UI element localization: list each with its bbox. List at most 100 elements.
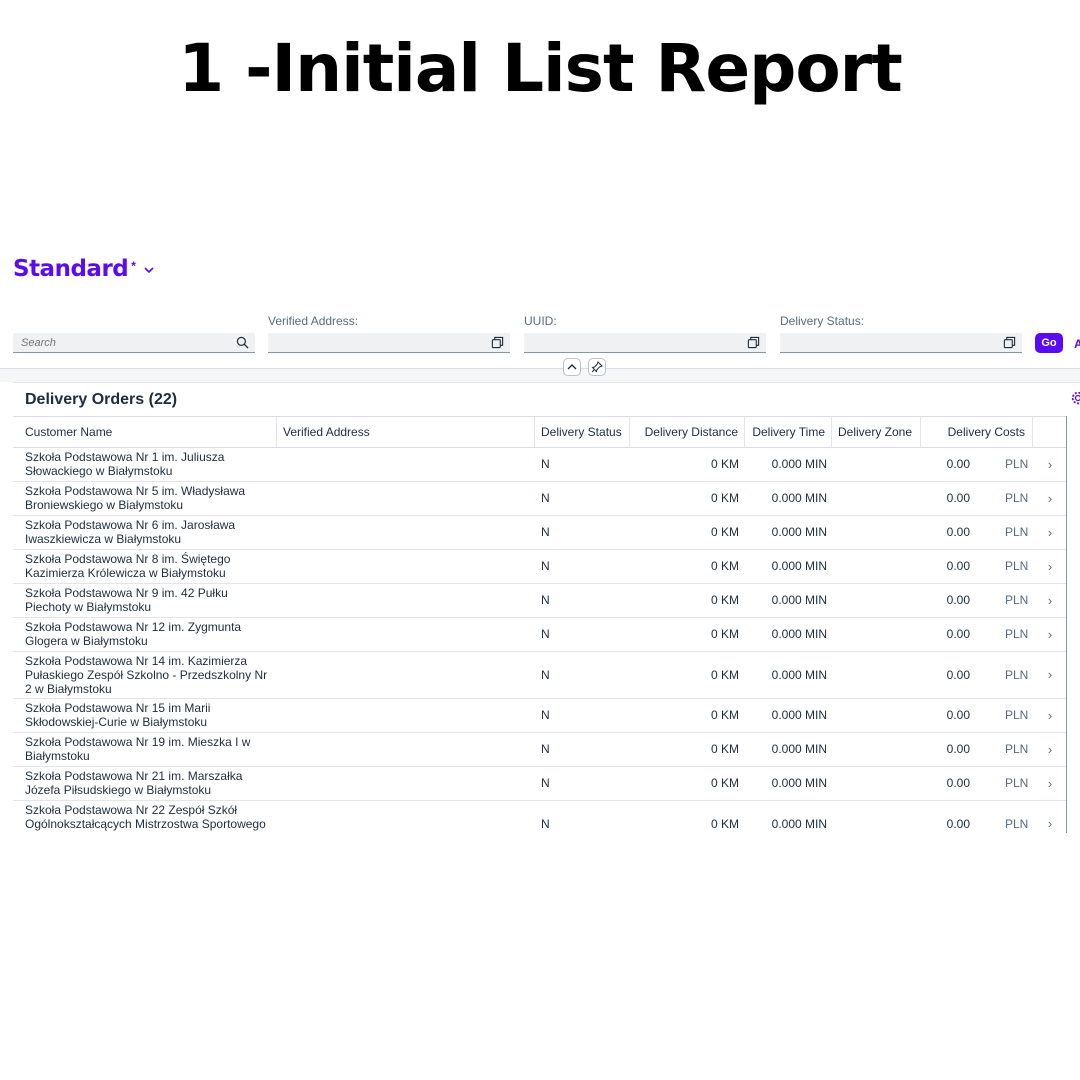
- delivery-time-cell-text: 0.000 MIN: [771, 776, 827, 790]
- delivery-time-cell-text: 0.000 MIN: [771, 593, 827, 607]
- chevron-right-icon[interactable]: ›: [1043, 515, 1057, 549]
- table-row[interactable]: Szkoła Podstawowa Nr 14 im. Kazimierza P…: [13, 651, 1066, 699]
- verified-address-field[interactable]: [268, 333, 510, 353]
- chevron-right-icon[interactable]: ›: [1043, 617, 1057, 651]
- variant-selector[interactable]: Standard *: [13, 256, 154, 282]
- delivery-distance-cell: 0 KM: [633, 481, 739, 515]
- customer-name-cell: Szkoła Podstawowa Nr 1 im. Juliusza Słow…: [25, 447, 275, 481]
- column-header-delivery-distance[interactable]: Delivery Distance: [630, 417, 745, 447]
- delivery-time-cell: 0.000 MIN: [753, 732, 827, 766]
- filter-label-verified-address: Verified Address:: [268, 314, 359, 328]
- customer-name-cell: Szkoła Podstawowa Nr 15 im Marii Skłodow…: [25, 698, 275, 732]
- delivery-distance-cell-text: 0 KM: [710, 816, 739, 831]
- delivery-status-cell-text: N: [541, 667, 550, 682]
- delivery-distance-cell-text: 0 KM: [710, 708, 739, 722]
- pin-header-button[interactable]: [588, 358, 606, 376]
- filter-label-uuid: UUID:: [524, 314, 557, 328]
- currency-cell: PLN: [1005, 651, 1035, 698]
- customer-name-cell: Szkoła Podstawowa Nr 22 Zespół Szkół Ogó…: [25, 800, 275, 834]
- delivery-cost-cell: 0.00: [923, 515, 970, 549]
- column-header-verified-address[interactable]: Verified Address: [277, 417, 535, 447]
- delivery-status-cell-text: N: [541, 776, 550, 790]
- delivery-status-cell-text: N: [541, 457, 550, 471]
- table-row[interactable]: Szkoła Podstawowa Nr 5 im. Władysława Br…: [13, 481, 1066, 516]
- delivery-cost-cell: 0.00: [923, 583, 970, 617]
- delivery-time-cell-text: 0.000 MIN: [771, 742, 827, 756]
- delivery-distance-cell-text: 0 KM: [710, 776, 739, 790]
- chevron-right-icon[interactable]: ›: [1043, 481, 1057, 515]
- value-help-icon[interactable]: [1003, 336, 1016, 349]
- column-header-customer-name[interactable]: Customer Name: [13, 417, 277, 447]
- chevron-right-icon[interactable]: ›: [1043, 800, 1057, 833]
- delivery-time-cell-text: 0.000 MIN: [771, 525, 827, 539]
- table-scrollbar[interactable]: [1066, 416, 1067, 833]
- table-row[interactable]: Szkoła Podstawowa Nr 12 im. Zygmunta Glo…: [13, 617, 1066, 652]
- currency-cell-text: PLN: [1005, 776, 1029, 790]
- delivery-status-cell: N: [541, 732, 621, 766]
- page-headline: 1 -Initial List Report: [178, 30, 903, 107]
- table-row[interactable]: Szkoła Podstawowa Nr 9 im. 42 Pułku Piec…: [13, 583, 1066, 618]
- search-field[interactable]: [13, 333, 255, 353]
- delivery-time-cell: 0.000 MIN: [753, 515, 827, 549]
- chevron-right-icon[interactable]: ›: [1043, 766, 1057, 800]
- delivery-status-cell: N: [541, 617, 621, 651]
- uuid-field[interactable]: [524, 333, 766, 353]
- adapt-filters-button[interactable]: A: [1074, 337, 1080, 351]
- delivery-distance-cell: 0 KM: [633, 800, 739, 833]
- table-header: Customer Name Verified Address Delivery …: [13, 416, 1066, 448]
- delivery-cost-cell: 0.00: [923, 447, 970, 481]
- collapse-header-button[interactable]: [563, 358, 581, 376]
- chevron-down-icon[interactable]: [144, 266, 154, 274]
- delivery-status-cell-text: N: [541, 593, 550, 607]
- delivery-status-cell: N: [541, 698, 621, 732]
- delivery-status-field[interactable]: [780, 333, 1022, 353]
- table-row[interactable]: Szkoła Podstawowa Nr 15 im Marii Skłodow…: [13, 698, 1066, 733]
- table-row[interactable]: Szkoła Podstawowa Nr 6 im. Jarosława Iwa…: [13, 515, 1066, 550]
- delivery-distance-cell: 0 KM: [633, 583, 739, 617]
- customer-name-cell: Szkoła Podstawowa Nr 8 im. Świętego Kazi…: [25, 549, 275, 583]
- go-button[interactable]: Go: [1035, 333, 1063, 353]
- delivery-time-cell-text: 0.000 MIN: [771, 667, 827, 682]
- delivery-orders-table-panel: Delivery Orders (22) Customer Name Verif…: [13, 382, 1080, 833]
- chevron-right-icon[interactable]: ›: [1043, 447, 1057, 481]
- table-row[interactable]: Szkoła Podstawowa Nr 19 im. Mieszka I w …: [13, 732, 1066, 767]
- delivery-cost-cell: 0.00: [923, 800, 970, 833]
- search-input[interactable]: [13, 333, 229, 353]
- delivery-distance-cell: 0 KM: [633, 732, 739, 766]
- delivery-cost-cell: 0.00: [923, 766, 970, 800]
- chevron-up-icon: [567, 364, 577, 370]
- delivery-cost-cell: 0.00: [923, 698, 970, 732]
- delivery-cost-cell: 0.00: [923, 617, 970, 651]
- search-icon[interactable]: [236, 336, 249, 349]
- customer-name-cell-text: Szkoła Podstawowa Nr 14 im. Kazimierza P…: [25, 653, 268, 696]
- gear-icon[interactable]: [1071, 391, 1080, 405]
- delivery-status-cell: N: [541, 549, 621, 583]
- delivery-time-cell: 0.000 MIN: [753, 651, 827, 698]
- delivery-time-cell-text: 0.000 MIN: [771, 816, 827, 831]
- chevron-right-icon[interactable]: ›: [1043, 583, 1057, 617]
- customer-name-cell-text: Szkoła Podstawowa Nr 5 im. Władysława Br…: [25, 484, 246, 512]
- delivery-distance-cell: 0 KM: [633, 651, 739, 698]
- delivery-cost-cell-text: 0.00: [946, 525, 970, 539]
- value-help-icon[interactable]: [491, 336, 504, 349]
- currency-cell: PLN: [1005, 766, 1035, 800]
- column-header-delivery-costs[interactable]: Delivery Costs: [921, 417, 1033, 447]
- table-row[interactable]: Szkoła Podstawowa Nr 8 im. Świętego Kazi…: [13, 549, 1066, 584]
- table-row[interactable]: Szkoła Podstawowa Nr 21 im. Marszałka Jó…: [13, 766, 1066, 801]
- chevron-right-icon[interactable]: ›: [1043, 698, 1057, 732]
- currency-cell-text: PLN: [1005, 816, 1029, 831]
- table-row[interactable]: Szkoła Podstawowa Nr 1 im. Juliusza Słow…: [13, 447, 1066, 482]
- variant-title: Standard: [13, 256, 129, 282]
- column-header-delivery-time[interactable]: Delivery Time: [745, 417, 832, 447]
- chevron-right-icon[interactable]: ›: [1043, 549, 1057, 583]
- table-row[interactable]: Szkoła Podstawowa Nr 22 Zespół Szkół Ogó…: [13, 800, 1066, 834]
- customer-name-cell: Szkoła Podstawowa Nr 9 im. 42 Pułku Piec…: [25, 583, 275, 617]
- column-header-delivery-zone[interactable]: Delivery Zone: [832, 417, 921, 447]
- value-help-icon[interactable]: [747, 336, 760, 349]
- chevron-right-icon[interactable]: ›: [1043, 651, 1057, 698]
- column-header-delivery-status[interactable]: Delivery Status: [535, 417, 630, 447]
- delivery-status-cell-text: N: [541, 491, 550, 505]
- chevron-right-icon[interactable]: ›: [1043, 732, 1057, 766]
- customer-name-cell-text: Szkoła Podstawowa Nr 1 im. Juliusza Słow…: [25, 450, 225, 478]
- currency-cell-text: PLN: [1005, 627, 1029, 641]
